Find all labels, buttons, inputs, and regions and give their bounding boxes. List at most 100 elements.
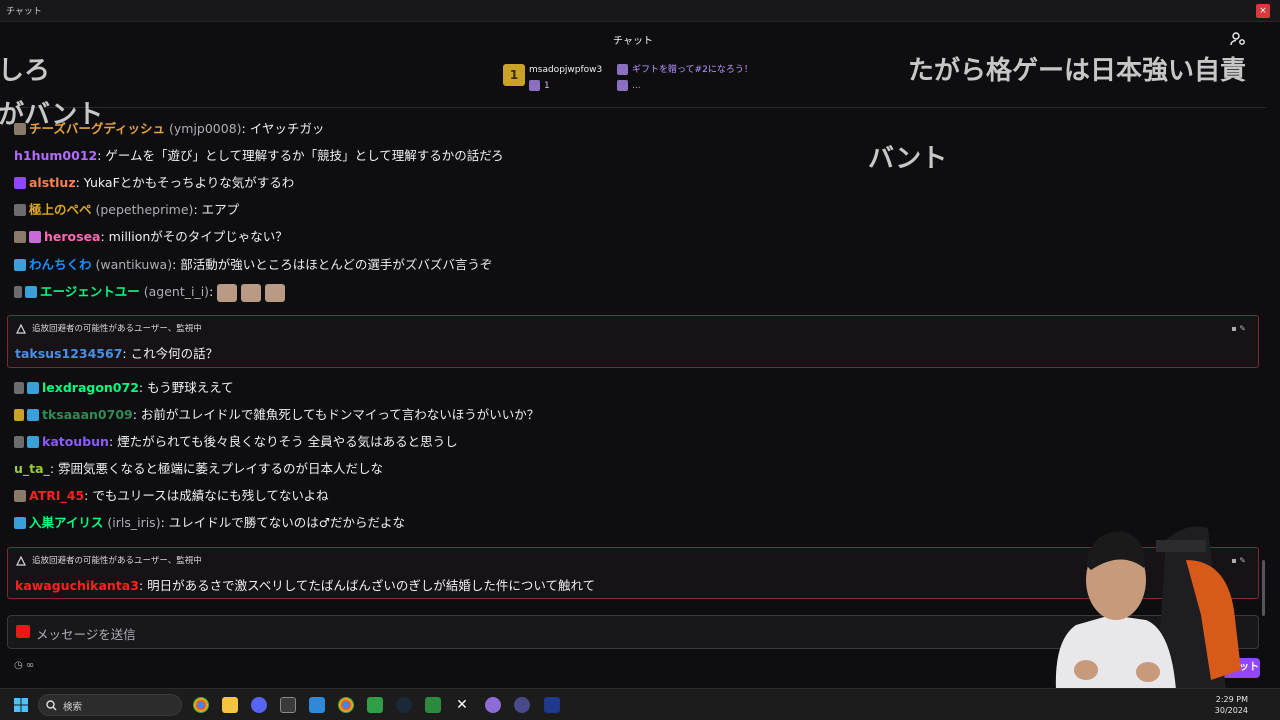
x-app-icon[interactable]: ✕ [454,697,470,713]
chat-text: : でもユリースは成績なにも残してないよね [84,488,329,503]
chat-text: : 煙たがられても後々良くなりそう 全員やる気はあると思うし [108,434,458,449]
chat-message: わんちくわ (wantikuwa): 部活動が強いところはほとんどの選手がズバズ… [14,256,492,274]
face-emote-icon[interactable] [217,283,238,302]
channel-points[interactable]: ◷ ∞ [14,660,34,671]
chat-message: kawaguchikanta3: 明日があるさで激スベリしてたばんばんざいのぎし… [15,575,595,594]
taskbar-clock[interactable]: 2:29 PM 30/2024 [1215,694,1248,716]
chat-username[interactable]: h1hum0012 [14,148,97,163]
clock-time: 2:29 PM [1215,695,1248,704]
chat-username[interactable]: lexdragon072 [42,380,139,395]
chat-username[interactable]: alstluz [29,175,76,190]
app-icon[interactable] [514,697,530,713]
chrome-icon[interactable] [193,697,209,713]
gift-cta[interactable]: ギフトを贈って#2になろう！ [617,62,753,75]
chat-login[interactable]: (wantikuwa) [96,257,173,272]
face-emote-icon[interactable] [265,283,286,302]
stream-overlay-text: バント [868,144,948,174]
crown-badge-icon[interactable] [27,435,39,448]
stream-overlay-text: しろ [0,56,51,86]
gift-more-text: ... [632,81,641,91]
eye-watch-icon [16,323,26,334]
discord-icon[interactable] [251,697,267,713]
chat-username[interactable]: katoubun [42,434,109,449]
windows-start-icon[interactable] [13,697,29,713]
chat-username[interactable]: herosea [44,229,100,244]
play-icon[interactable] [425,697,441,713]
chat-message: tksaaan0709: お前がユレイドルで雑魚死してもドンマイって言わないほう… [14,406,539,424]
chat-message: lexdragon072: もう野球ええて [14,379,234,397]
drive-icon[interactable] [485,697,501,713]
video-badge-icon[interactable] [14,176,26,189]
chat-username[interactable]: 入巣アイリス [29,515,103,530]
chrome-icon[interactable] [338,697,354,713]
chat-text: : イヤッチガッ [241,121,325,136]
suspicious-label-text: 追放回避者の可能性があるユーザー、監視中 [32,324,202,334]
chat-username[interactable]: u_ta_ [14,461,50,476]
chat-username[interactable]: kawaguchikanta3 [15,578,139,593]
crown-badge-icon[interactable] [27,381,39,394]
crown-badge-icon[interactable] [25,285,37,298]
chat-username[interactable]: わんちくわ [29,257,92,272]
chat-text: : YukaFとかもそっちよりな気がするわ [75,175,295,190]
avatar-badge-icon[interactable] [14,408,24,421]
chat-login[interactable]: (pepetheprime) [96,202,194,217]
avatar-badge-icon[interactable] [14,489,26,502]
gift-count: 1 [529,80,550,91]
search-label: 検索 [63,702,83,713]
chat-message: taksus1234567: これ今何の話？ [15,343,218,362]
chat-text: : ゲームを「遊び」として理解するか「競技」として理解するかの話だろ [97,148,504,163]
chat-username[interactable]: 極上のペペ [29,202,92,217]
gift-icon[interactable]: 1 [503,64,525,86]
chat-username[interactable]: taksus1234567 [15,346,122,361]
chat-text: : もう野球ええて [138,380,234,395]
avatar-badge-icon[interactable] [14,285,22,298]
eye-watch-icon [16,555,26,566]
chat-login[interactable]: (ymjp0008) [169,121,242,136]
avatar-badge-icon[interactable] [14,230,26,243]
gift-small-icon [617,80,628,91]
avatar-badge-icon[interactable] [14,381,24,394]
scrollbar-track[interactable] [1266,22,1280,688]
steam-icon[interactable] [396,697,412,713]
close-button[interactable]: × [1256,4,1270,18]
app-icon[interactable] [280,697,296,713]
mute-badge-icon[interactable] [14,203,26,216]
chat-username[interactable]: tksaaan0709 [42,407,133,422]
camera-icon[interactable] [16,625,30,638]
chat-message: エージェントユー (agent_i_i): [14,283,286,302]
folder-icon[interactable] [222,697,238,713]
suspicious-label-text: 追放回避者の可能性があるユーザー、監視中 [32,556,202,566]
face-emote-icon[interactable] [241,283,262,302]
chat-login[interactable]: (irls_iris) [107,515,160,530]
chat-text: : お前がユレイドルで雑魚死してもドンマイって言わないほうがいいか？ [132,407,540,422]
crown-badge-icon[interactable] [14,516,26,529]
chat-login[interactable]: (agent_i_i) [144,284,209,299]
crown-badge-icon[interactable] [14,258,26,271]
chat-input-placeholder: メッセージを送信 [36,627,136,642]
users-gear-icon[interactable] [1230,31,1246,47]
notepad-icon[interactable] [309,697,325,713]
chat-message: katoubun: 煙たがられても後々良くなりそう 全員やる気はあると思うし [14,433,458,451]
webcam-overlay [1055,526,1241,690]
chat-username[interactable]: ATRI_45 [29,488,84,503]
window-title: チャット [6,7,42,17]
taskbar-search[interactable]: 検索 [38,694,182,716]
suspicious-user-label: 追放回避者の可能性があるユーザー、監視中 [16,322,202,334]
chat-username[interactable]: エージェントユー [40,284,140,299]
chat-text: : millionがそのタイプじゃない？ [100,229,288,244]
subscriber-badge-icon[interactable] [29,230,41,243]
gift-username[interactable]: msadopjwpfow3 [529,65,602,75]
gift-more[interactable]: ... [617,80,641,91]
chat-message: 極上のペペ (pepetheprime): エアプ [14,201,239,219]
chat-text: : 明日があるさで激スベリしてたばんばんざいのぎしが結婚した件について触れて [138,578,596,593]
suspicious-user-box: 追放回避者の可能性があるユーザー、監視中 ▪ ✎ taksus1234567: … [7,315,1259,368]
gift-count-value: 1 [544,81,550,91]
gift-small-icon [617,64,628,75]
excel-icon[interactable] [367,697,383,713]
avatar-badge-icon[interactable] [14,435,24,448]
crown-badge-icon[interactable] [27,408,39,421]
search-icon [46,700,57,711]
moderation-tools[interactable]: ▪ ✎ [1231,324,1246,333]
chat-title: チャット [613,36,653,47]
display-icon[interactable] [544,697,560,713]
